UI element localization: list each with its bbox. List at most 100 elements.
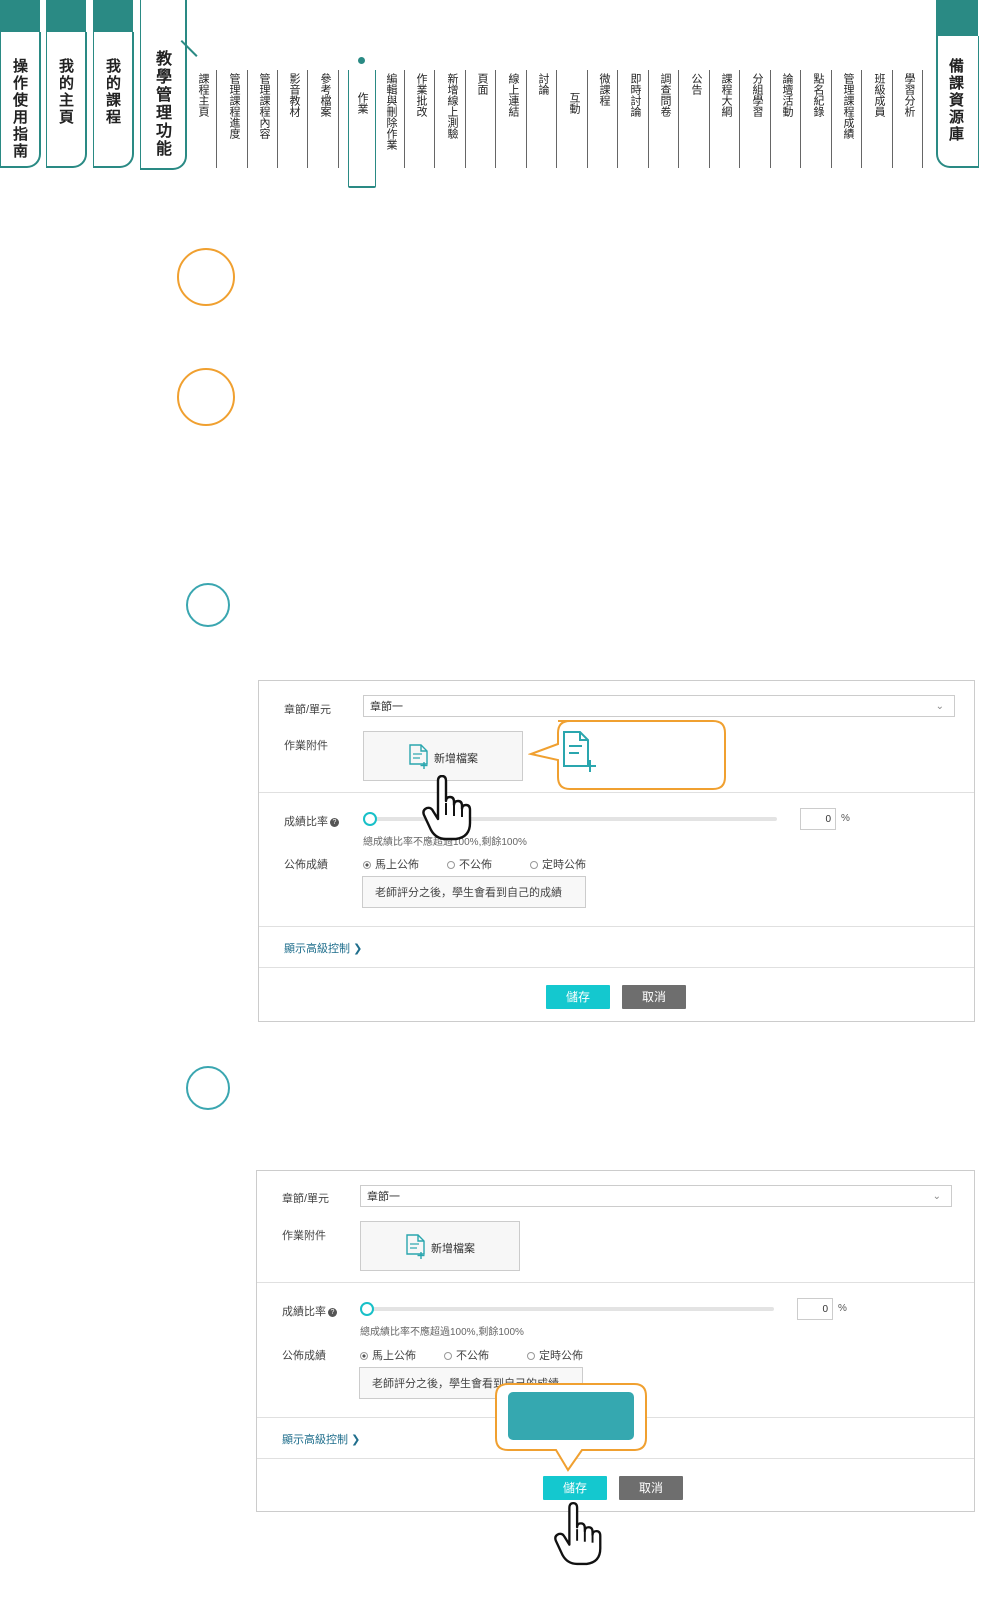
add-file-label: 新增檔案: [434, 753, 478, 765]
sub-tab-grades[interactable]: 管理課程成績: [842, 70, 862, 168]
save-button[interactable]: 儲存: [543, 1476, 607, 1500]
chevron-down-icon: ⌄: [935, 701, 944, 712]
sub-tab-micro-course[interactable]: 微課程: [598, 70, 618, 168]
slider-handle[interactable]: [360, 1302, 374, 1316]
percent-sign: %: [841, 813, 850, 824]
sub-tab-label: 調查問卷: [659, 73, 671, 117]
sub-tab-media[interactable]: 影音教材: [288, 70, 308, 168]
advanced-control-link[interactable]: 顯示高級控制 ❯: [282, 1431, 360, 1447]
sub-tab-members[interactable]: 班級成員: [873, 70, 893, 168]
sub-tab-course-home[interactable]: 課程主頁: [197, 70, 217, 168]
slider-handle[interactable]: [363, 812, 377, 826]
tab-home[interactable]: 我的主頁: [46, 0, 87, 168]
advanced-control-link[interactable]: 顯示高級控制 ❯: [284, 940, 362, 956]
step-marker-4: [186, 1066, 230, 1110]
chevron-down-icon: ⌄: [932, 1191, 941, 1202]
divider: [257, 1282, 974, 1283]
save-button[interactable]: 儲存: [546, 985, 610, 1009]
publish-label: 公佈成績: [282, 1350, 326, 1362]
radio-label: 不公佈: [459, 859, 492, 871]
radio-scheduled-publish[interactable]: 定時公佈: [530, 856, 586, 872]
radio-no-publish[interactable]: 不公佈: [447, 856, 492, 872]
active-indicator-dot: [358, 57, 365, 64]
sub-tab-label: 課程主頁: [197, 73, 209, 117]
sub-tab-assignment[interactable]: 作業: [348, 70, 376, 188]
grade-ratio-input[interactable]: 0: [797, 1298, 833, 1320]
file-icon-callout: [528, 720, 726, 790]
sub-tab-label: 微課程: [598, 73, 610, 106]
tab-resources[interactable]: 備課資源庫: [936, 0, 979, 168]
sub-tab-label: 參考檔案: [319, 73, 331, 117]
sub-tab-interaction[interactable]: 互動: [568, 70, 588, 168]
tab-resources-label: 備課資源庫: [947, 58, 964, 143]
add-file-button[interactable]: 新增檔案: [363, 731, 523, 781]
sub-tab-label: 分組學習: [751, 73, 763, 117]
grade-ratio-hint: 總成績比率不應超過100%,剩餘100%: [360, 1327, 524, 1338]
add-file-button[interactable]: 新增檔案: [360, 1221, 520, 1271]
pointer-hand-icon: [554, 1501, 602, 1566]
radio-label: 不公佈: [456, 1350, 489, 1362]
cancel-button[interactable]: 取消: [622, 985, 686, 1009]
grade-ratio-slider[interactable]: [362, 1307, 774, 1311]
save-callout: [495, 1383, 647, 1472]
radio-dot: [444, 1352, 452, 1361]
sub-tab-label: 作業: [356, 92, 368, 114]
sub-tab-label: 作業批改: [415, 73, 427, 117]
sub-tab-survey[interactable]: 調查問卷: [659, 70, 679, 168]
sub-tab-label: 班級成員: [873, 73, 885, 117]
tab-teaching-label: 教學管理功能: [153, 50, 170, 158]
sub-tab-announcement[interactable]: 公告: [690, 70, 710, 168]
sub-tab-content[interactable]: 管理課程內容: [258, 70, 278, 168]
tab-courses-label: 我的課程: [104, 58, 121, 126]
pointer-hand-icon: [422, 775, 472, 841]
tab-teaching[interactable]: 教學管理功能: [140, 0, 187, 170]
grade-ratio-input[interactable]: 0: [800, 808, 836, 830]
tab-cap: [0, 0, 40, 32]
sub-tab-analytics[interactable]: 學習分析: [903, 70, 923, 168]
sub-tab-label: 新增線上測驗: [446, 73, 458, 139]
chapter-label: 章節/單元: [284, 704, 332, 716]
radio-dot: [527, 1352, 535, 1361]
radio-no-publish[interactable]: 不公佈: [444, 1347, 489, 1363]
sub-tab-grading[interactable]: 作業批改: [415, 70, 435, 168]
sub-tab-progress[interactable]: 管理課程進度: [228, 70, 248, 168]
sub-tab-label: 課程大綱: [720, 73, 732, 117]
sub-tab-attendance[interactable]: 點名紀錄: [812, 70, 832, 168]
sub-tab-quiz[interactable]: 新增線上測驗: [446, 70, 466, 168]
step-marker-1: [177, 248, 235, 306]
help-icon[interactable]: ?: [330, 817, 339, 827]
sub-tab-files[interactable]: 參考檔案: [319, 70, 339, 168]
chapter-label: 章節/單元: [282, 1193, 330, 1205]
sub-tab-discussion[interactable]: 討論: [537, 70, 557, 168]
sub-tab-forum[interactable]: 論壇活動: [781, 70, 801, 168]
cancel-button[interactable]: 取消: [619, 1476, 683, 1500]
tab-guide[interactable]: 操作使用指南: [0, 0, 41, 168]
grade-ratio-text: 成績比率: [282, 1306, 326, 1318]
publish-note: 老師評分之後，學生會看到自己的成績: [362, 876, 586, 908]
attachment-label: 作業附件: [284, 740, 328, 752]
sub-tab-label: 論壇活動: [781, 73, 793, 117]
chapter-select[interactable]: 章節一 ⌄: [360, 1185, 952, 1207]
file-add-icon: [406, 1234, 425, 1259]
sub-tab-page[interactable]: 頁面: [476, 70, 496, 168]
radio-publish-now[interactable]: 馬上公佈: [360, 1347, 416, 1363]
chapter-select[interactable]: 章節一 ⌄: [363, 695, 955, 717]
chapter-select-value: 章節一: [370, 701, 403, 713]
sub-tab-group-learning[interactable]: 分組學習: [751, 70, 771, 168]
sub-tab-syllabus[interactable]: 課程大綱: [720, 70, 740, 168]
radio-publish-now[interactable]: 馬上公佈: [363, 856, 419, 872]
sub-tab-live-discussion[interactable]: 即時討論: [629, 70, 649, 168]
grade-ratio-label: 成績比率?: [282, 1303, 337, 1319]
sub-tab-label: 影音教材: [288, 73, 300, 117]
grade-ratio-label: 成績比率?: [284, 813, 339, 829]
chevron-down-icon: ❯: [353, 943, 363, 955]
sub-tab-edit-assignment[interactable]: 編輯與刪除作業: [385, 70, 405, 168]
sub-tab-links[interactable]: 線上連結: [507, 70, 527, 168]
help-icon[interactable]: ?: [328, 1307, 337, 1317]
tab-courses[interactable]: 我的課程: [93, 0, 134, 168]
sub-tab-label: 即時討論: [629, 73, 641, 117]
radio-label: 定時公佈: [542, 859, 586, 871]
radio-scheduled-publish[interactable]: 定時公佈: [527, 1347, 583, 1363]
advanced-label: 顯示高級控制: [284, 943, 350, 955]
radio-dot: [447, 861, 455, 870]
